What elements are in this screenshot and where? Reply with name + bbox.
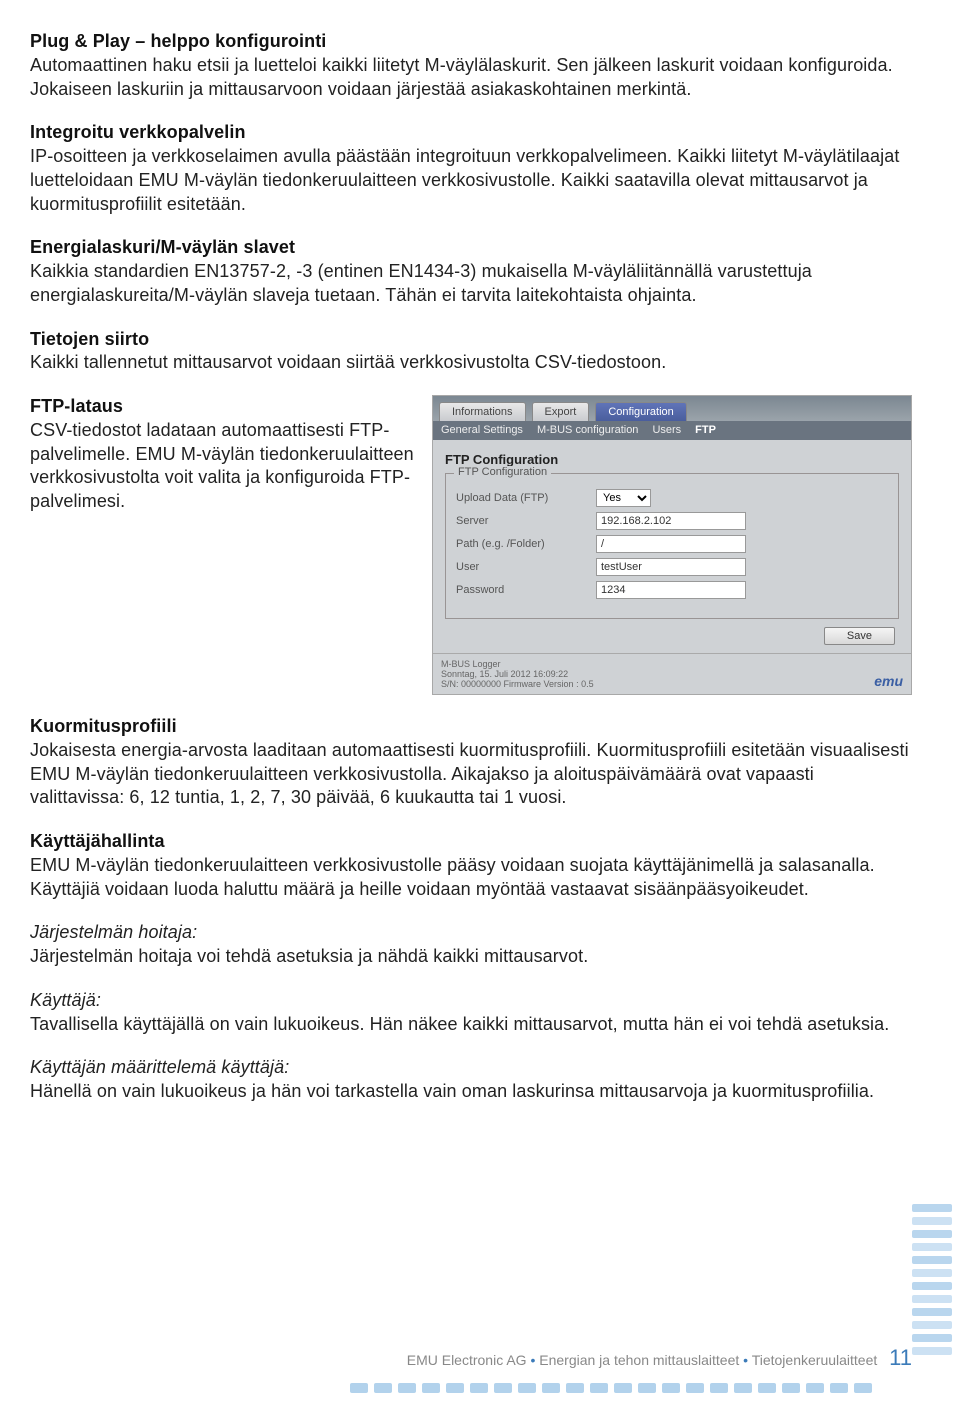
tab-informations[interactable]: Informations bbox=[439, 402, 526, 421]
input-server[interactable] bbox=[596, 512, 746, 530]
section-loadprofile: Kuormitusprofiili Jokaisesta energia-arv… bbox=[30, 715, 912, 810]
input-password[interactable] bbox=[596, 581, 746, 599]
text-webserver: IP-osoitteen ja verkkoselaimen avulla pä… bbox=[30, 146, 899, 214]
section-ftp: FTP-lataus CSV-tiedostot ladataan automa… bbox=[30, 395, 414, 514]
label-server: Server bbox=[456, 515, 596, 527]
text-ftp: CSV-tiedostot ladataan automaattisesti F… bbox=[30, 420, 414, 511]
label-upload: Upload Data (FTP) bbox=[456, 492, 596, 504]
ftp-config-heading: FTP Configuration bbox=[445, 452, 899, 467]
decoration-bottom bbox=[350, 1383, 940, 1395]
heading-plug-play: Plug & Play – helppo konfigurointi bbox=[30, 31, 326, 51]
ftp-config-screenshot: Informations Export Configuration Genera… bbox=[432, 395, 912, 695]
footer-line2: Sonntag, 15. Juli 2012 16:09:22 bbox=[441, 669, 594, 679]
role-custom-desc: Hänellä on vain lukuoikeus ja hän voi ta… bbox=[30, 1081, 874, 1101]
role-user-desc: Tavallisella käyttäjällä on vain lukuoik… bbox=[30, 1014, 889, 1034]
emu-logo: emu bbox=[874, 673, 903, 689]
section-plug-play: Plug & Play – helppo konfigurointi Autom… bbox=[30, 30, 912, 101]
text-energymeter: Kaikkia standardien EN13757-2, -3 (entin… bbox=[30, 261, 812, 305]
section-webserver: Integroitu verkkopalvelin IP-osoitteen j… bbox=[30, 121, 912, 216]
text-plug-play: Automaattinen haku etsii ja luetteloi ka… bbox=[30, 55, 893, 99]
role-custom-title: Käyttäjän määrittelemä käyttäjä: bbox=[30, 1057, 289, 1077]
page-number: 11 bbox=[889, 1345, 912, 1370]
footer-line1: M-BUS Logger bbox=[441, 659, 594, 669]
section-energymeter: Energialaskuri/M-väylän slavet Kaikkia s… bbox=[30, 236, 912, 307]
ftp-fieldset-legend: FTP Configuration bbox=[454, 466, 551, 478]
role-user-title: Käyttäjä: bbox=[30, 990, 101, 1010]
heading-transfer: Tietojen siirto bbox=[30, 329, 149, 349]
subtab-mbus[interactable]: M-BUS configuration bbox=[537, 424, 639, 436]
text-transfer: Kaikki tallennetut mittausarvot voidaan … bbox=[30, 352, 666, 372]
page-footer: EMU Electronic AG • Energian ja tehon mi… bbox=[407, 1345, 912, 1371]
subtab-ftp[interactable]: FTP bbox=[695, 424, 716, 436]
footer-t2: Tietojenkeruulaitteet bbox=[752, 1352, 878, 1368]
save-button[interactable]: Save bbox=[824, 627, 895, 645]
role-admin-title: Järjestelmän hoitaja: bbox=[30, 922, 197, 942]
text-loadprofile: Jokaisesta energia-arvosta laaditaan aut… bbox=[30, 740, 909, 808]
input-user[interactable] bbox=[596, 558, 746, 576]
section-usermgmt: Käyttäjähallinta EMU M-väylän tiedonkeru… bbox=[30, 830, 912, 901]
role-admin: Järjestelmän hoitaja: Järjestelmän hoita… bbox=[30, 921, 912, 969]
input-path[interactable] bbox=[596, 535, 746, 553]
subtab-general[interactable]: General Settings bbox=[441, 424, 523, 436]
role-admin-desc: Järjestelmän hoitaja voi tehdä asetuksia… bbox=[30, 946, 588, 966]
footer-company: EMU Electronic AG bbox=[407, 1352, 527, 1368]
select-upload[interactable]: Yes bbox=[596, 489, 651, 507]
footer-sep1: • bbox=[530, 1352, 539, 1368]
label-path: Path (e.g. /Folder) bbox=[456, 538, 596, 550]
tab-configuration[interactable]: Configuration bbox=[595, 402, 686, 421]
subtab-users[interactable]: Users bbox=[652, 424, 681, 436]
label-user: User bbox=[456, 561, 596, 573]
heading-loadprofile: Kuormitusprofiili bbox=[30, 716, 177, 736]
heading-webserver: Integroitu verkkopalvelin bbox=[30, 122, 246, 142]
footer-line3: S/N: 00000000 Firmware Version : 0.5 bbox=[441, 679, 594, 689]
role-custom: Käyttäjän määrittelemä käyttäjä: Hänellä… bbox=[30, 1056, 912, 1104]
footer-t1: Energian ja tehon mittauslaitteet bbox=[539, 1352, 739, 1368]
label-password: Password bbox=[456, 584, 596, 596]
footer-sep2: • bbox=[743, 1352, 752, 1368]
tab-export[interactable]: Export bbox=[532, 402, 590, 421]
heading-ftp: FTP-lataus bbox=[30, 396, 123, 416]
heading-usermgmt: Käyttäjähallinta bbox=[30, 831, 165, 851]
text-usermgmt-p2: Käyttäjiä voidaan luoda haluttu määrä ja… bbox=[30, 879, 809, 899]
decoration-right bbox=[936, 1204, 954, 1355]
text-usermgmt-p1: EMU M-väylän tiedonkeruulaitteen verkkos… bbox=[30, 855, 875, 875]
role-user: Käyttäjä: Tavallisella käyttäjällä on va… bbox=[30, 989, 912, 1037]
heading-energymeter: Energialaskuri/M-väylän slavet bbox=[30, 237, 295, 257]
section-transfer: Tietojen siirto Kaikki tallennetut mitta… bbox=[30, 328, 912, 376]
